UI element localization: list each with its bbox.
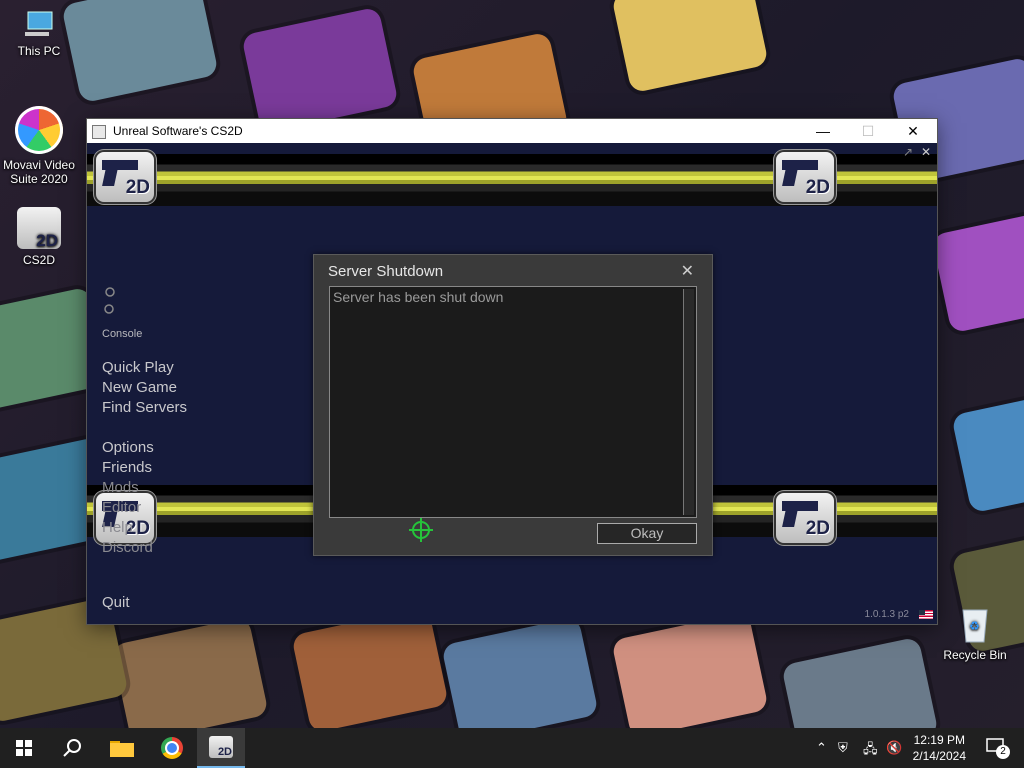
recycle-bin-icon: ♻ [958, 604, 992, 644]
movavi-icon [15, 106, 63, 154]
chrome-button[interactable] [148, 728, 196, 768]
menu-options[interactable]: Options [102, 439, 154, 456]
menu-quit[interactable]: Quit [102, 594, 130, 611]
dialog-message-box: Server has been shut down [329, 286, 697, 518]
cs2d-icon: 2D [209, 736, 233, 758]
version-label: 1.0.1.3 p2 [864, 609, 909, 620]
minimize-button[interactable]: — [800, 119, 846, 143]
desktop-icon-label: CS2D [22, 253, 55, 267]
console-link[interactable]: Console [102, 328, 142, 340]
dialog-close-icon[interactable]: ✕ [681, 261, 694, 281]
crosshair-cursor-icon [409, 518, 433, 542]
menu-find-servers[interactable]: Find Servers [102, 399, 187, 416]
chrome-icon [161, 737, 183, 759]
notification-center-button[interactable]: 2 [986, 738, 1010, 759]
taskbar: 2D ⌃ ⛨ 🖧 🔇 12:19 PM 2/14/2024 2 [0, 728, 1024, 768]
cs2d-window[interactable]: Unreal Software's CS2D — ☐ ✕ 2D 2D 2D 2D… [87, 119, 937, 624]
clock-time: 12:19 PM [913, 733, 965, 747]
search-icon [63, 739, 81, 757]
app-icon [92, 125, 106, 139]
desktop-icon-movavi[interactable]: Movavi Video Suite 2020 [1, 106, 77, 186]
file-explorer-button[interactable] [98, 728, 146, 768]
volume-muted-icon[interactable]: 🔇 [886, 740, 902, 756]
security-icon[interactable]: ⛨ [838, 740, 848, 756]
server-shutdown-dialog[interactable]: Server Shutdown ✕ Server has been shut d… [313, 254, 713, 556]
menu-discord[interactable]: Discord [102, 539, 153, 556]
folder-icon [110, 741, 134, 757]
steam-icon[interactable] [103, 285, 115, 315]
desktop-icon-label: Recycle Bin [943, 648, 1007, 662]
cs2d-logo: 2D [96, 152, 154, 202]
dialog-scrollbar[interactable] [683, 289, 694, 515]
clock[interactable]: 12:19 PM 2/14/2024 [913, 732, 966, 764]
network-icon[interactable]: 🖧 [863, 740, 878, 762]
okay-button[interactable]: Okay [597, 523, 697, 544]
chevron-up-icon[interactable]: ⌃ [816, 740, 827, 756]
start-button[interactable] [0, 728, 48, 768]
window-title: Unreal Software's CS2D [113, 124, 243, 138]
game-close-icon[interactable]: ✕ [921, 145, 931, 159]
cs2d-taskbar-button[interactable]: 2D [197, 728, 245, 768]
svg-text:♻: ♻ [969, 619, 980, 633]
clock-date: 2/14/2024 [912, 749, 966, 763]
game-area[interactable]: 2D 2D 2D 2D ↗ ✕ Console Quick Play New G… [87, 143, 937, 624]
menu-friends[interactable]: Friends [102, 459, 152, 476]
cs2d-logo: 2D [776, 152, 834, 202]
window-titlebar[interactable]: Unreal Software's CS2D — ☐ ✕ [87, 119, 937, 143]
desktop-icon-this-pc[interactable]: This PC [1, 10, 77, 58]
menu-quick-play[interactable]: Quick Play [102, 359, 174, 376]
notification-count: 2 [996, 745, 1010, 759]
close-button[interactable]: ✕ [890, 119, 936, 143]
desktop-icon-label: This PC [17, 44, 61, 58]
us-flag-icon[interactable] [919, 610, 933, 619]
windows-icon [16, 740, 32, 756]
menu-editor[interactable]: Editor [102, 499, 141, 516]
desktop-icon-recycle-bin[interactable]: ♻ Recycle Bin [937, 604, 1013, 662]
search-button[interactable] [48, 728, 96, 768]
menu-help[interactable]: Help [102, 519, 133, 536]
expand-icon[interactable]: ↗ [903, 145, 913, 159]
cs2d-icon: 2D [17, 207, 61, 249]
computer-icon [22, 10, 56, 40]
menu-new-game[interactable]: New Game [102, 379, 177, 396]
dialog-message: Server has been shut down [333, 289, 504, 305]
cs2d-logo: 2D [776, 493, 834, 543]
desktop-icon-label: Movavi Video Suite 2020 [3, 158, 75, 186]
desktop-icon-cs2d[interactable]: 2D CS2D [1, 207, 77, 267]
maximize-button[interactable]: ☐ [845, 119, 891, 143]
dialog-title: Server Shutdown [328, 263, 444, 280]
menu-mods[interactable]: Mods [102, 479, 139, 496]
